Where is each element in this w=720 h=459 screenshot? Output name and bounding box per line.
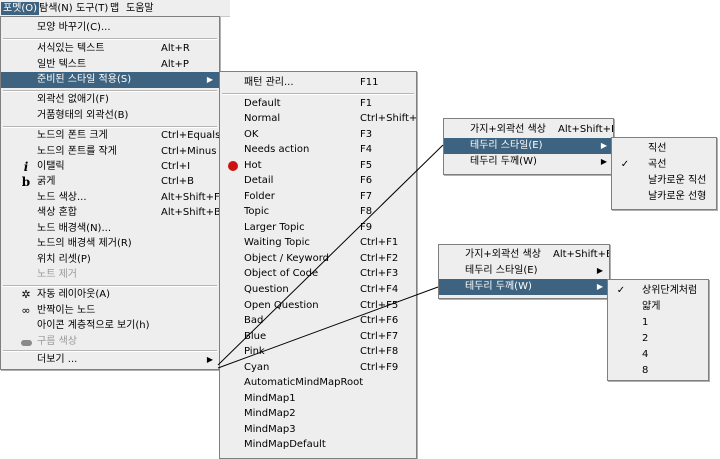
- connector-line: [217, 286, 439, 369]
- connector-line: [217, 144, 444, 366]
- connector-lines: [217, 144, 444, 369]
